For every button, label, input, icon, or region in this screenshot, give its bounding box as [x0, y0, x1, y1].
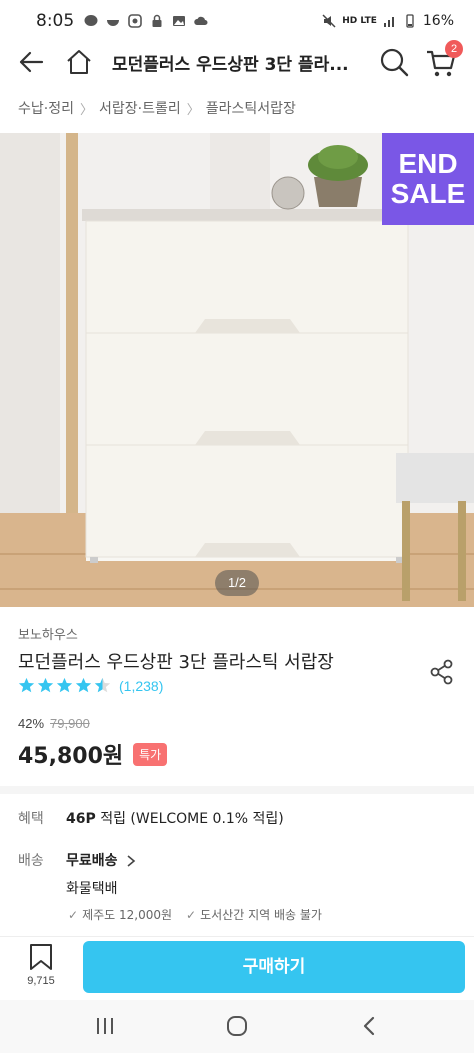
bookmark-icon[interactable] — [28, 943, 54, 971]
chevron-right-icon — [127, 855, 136, 867]
special-price-badge: 특가 — [133, 742, 168, 766]
buy-button[interactable]: 구매하기 — [83, 941, 465, 993]
shipping-note: ✓ 제주도 12,000원 — [68, 906, 172, 923]
sale-price: 45,800원 — [18, 744, 124, 769]
review-count[interactable]: (1,238) — [119, 678, 163, 694]
star-icon — [56, 677, 73, 693]
sale-tag-line1: END — [398, 148, 458, 179]
shipping-method: 무료배송 — [66, 853, 118, 869]
shipping-method-link[interactable]: 무료배송 — [66, 850, 136, 870]
cart-count-badge: 2 — [445, 40, 463, 58]
search-icon[interactable] — [378, 46, 410, 78]
chevron-right-icon: 〉 — [79, 102, 93, 118]
bookmark-count: 9,715 — [27, 975, 55, 987]
status-time: 8:05 — [36, 11, 75, 31]
sale-tag-line2: SALE — [390, 178, 466, 209]
shipping-label: 배송 — [18, 853, 44, 869]
bowl-icon — [107, 20, 120, 26]
shipping-carrier: 화물택배 — [66, 881, 118, 897]
discount-line: 42% 79,900 — [18, 716, 90, 731]
home-icon[interactable] — [64, 47, 94, 77]
star-half-icon — [94, 677, 111, 693]
chevron-right-icon: 〉 — [186, 102, 200, 118]
lock-icon — [152, 14, 162, 27]
app-icon — [128, 14, 142, 28]
breadcrumb-item[interactable]: 플라스틱서랍장 — [206, 98, 296, 118]
benefit-value: 46P 적립 (WELCOME 0.1% 적립) — [66, 808, 284, 828]
section-divider — [0, 786, 474, 794]
shipping-notes: ✓ 제주도 12,000원 ✓ 도서산간 지역 배송 불가 — [68, 906, 322, 923]
discount-rate: 42% — [18, 716, 45, 731]
breadcrumb: 수납·정리 〉 서랍장·트롤리 〉 플라스틱서랍장 — [18, 98, 296, 118]
page-title: 모던플러스 우드상판 3단 플라... — [112, 54, 349, 75]
benefit-points: 46P — [66, 811, 96, 827]
image-pager: 1/2 — [215, 570, 259, 596]
end-sale-tag: END SALE — [382, 133, 474, 225]
recent-apps-icon[interactable] — [93, 1014, 117, 1038]
back-button-icon[interactable] — [358, 1014, 382, 1038]
notification-icons — [84, 14, 208, 28]
star-icon — [18, 677, 35, 693]
shipping-note-text: 제주도 12,000원 — [82, 908, 173, 922]
network-indicator: HD LTE — [342, 16, 377, 26]
brand-name[interactable]: 보노하우스 — [18, 624, 78, 643]
status-bar: 8:05 HD LTE 16% — [0, 0, 474, 42]
bottom-action-bar: 9,715 구매하기 — [0, 936, 474, 1000]
product-name: 모던플러스 우드상판 3단 플라스틱 서랍장 — [18, 652, 334, 673]
star-icon — [75, 677, 92, 693]
cloud-icon — [194, 16, 208, 25]
shipping-note: ✓ 도서산간 지역 배송 불가 — [186, 906, 322, 923]
benefit-text: 적립 (WELCOME 0.1% 적립) — [100, 811, 284, 827]
breadcrumb-item[interactable]: 수납·정리 — [18, 98, 74, 118]
breadcrumb-item[interactable]: 서랍장·트롤리 — [99, 98, 181, 118]
system-nav-bar — [0, 1000, 474, 1053]
check-icon: ✓ — [68, 908, 79, 922]
benefit-label: 혜택 — [18, 811, 44, 827]
share-icon[interactable] — [428, 658, 456, 686]
mute-icon — [322, 14, 336, 28]
back-arrow-icon[interactable] — [16, 47, 46, 77]
battery-percent: 16% — [422, 13, 454, 29]
price-line: 45,800원 특가 — [18, 738, 168, 770]
gallery-icon — [173, 16, 186, 26]
star-icon — [37, 677, 54, 693]
app-header: 모던플러스 우드상판 3단 플라... 2 — [0, 40, 474, 82]
shipping-note-text: 도서산간 지역 배송 불가 — [200, 908, 322, 922]
check-icon: ✓ — [186, 908, 197, 922]
battery-icon — [406, 14, 414, 28]
rating-row[interactable]: (1,238) — [18, 677, 163, 694]
signal-icon — [383, 17, 394, 27]
original-price: 79,900 — [50, 716, 90, 731]
talk-icon — [84, 15, 98, 26]
home-button-icon[interactable] — [225, 1014, 249, 1038]
